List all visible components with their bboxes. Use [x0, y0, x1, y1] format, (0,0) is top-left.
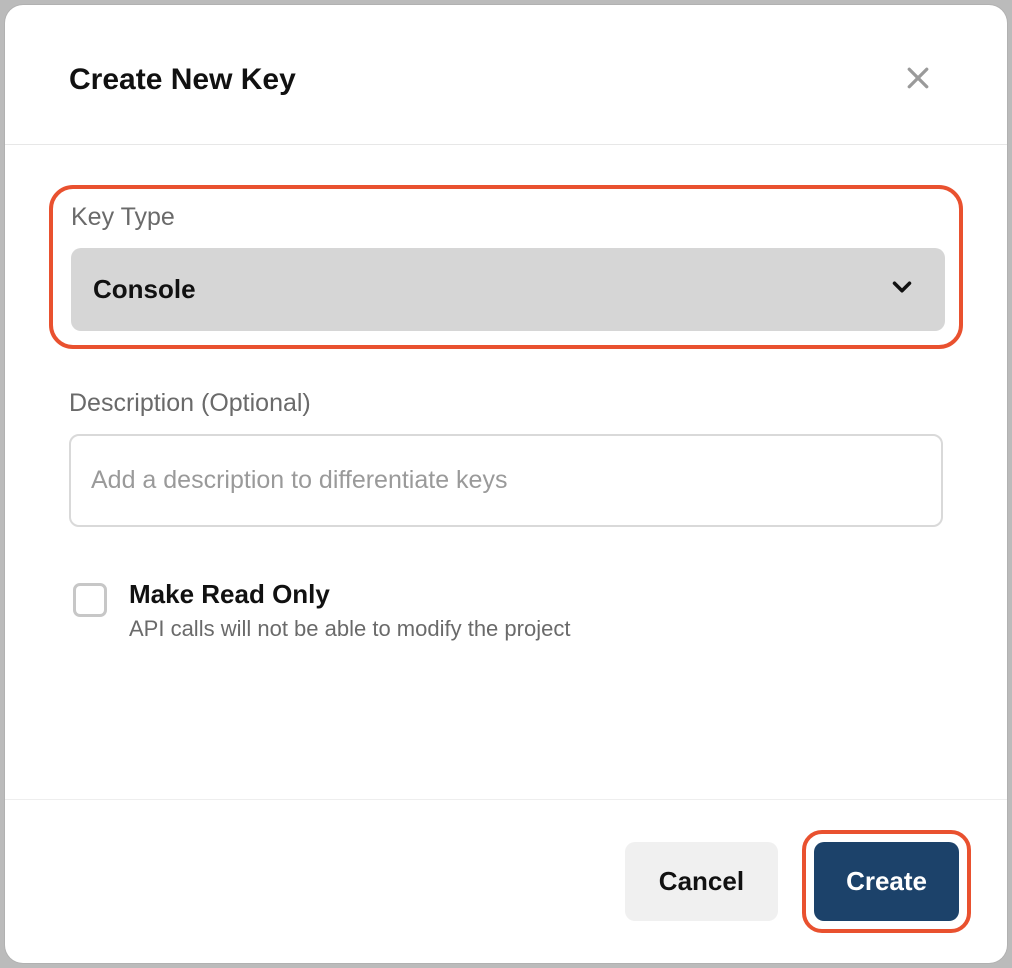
create-key-modal: Create New Key Key Type Console: [5, 5, 1007, 963]
read-only-text: Make Read Only API calls will not be abl…: [129, 579, 570, 642]
create-button-highlight: Create: [802, 830, 971, 933]
read-only-label: Make Read Only: [129, 579, 570, 610]
chevron-down-icon: [887, 272, 917, 307]
description-field: Description (Optional): [49, 389, 963, 527]
read-only-hint: API calls will not be able to modify the…: [129, 616, 570, 642]
read-only-row: Make Read Only API calls will not be abl…: [49, 579, 963, 642]
create-button[interactable]: Create: [814, 842, 959, 921]
description-input[interactable]: [69, 434, 943, 527]
description-label: Description (Optional): [69, 389, 943, 418]
key-type-highlight: Key Type Console: [49, 185, 963, 349]
key-type-value: Console: [93, 274, 196, 305]
key-type-select[interactable]: Console: [71, 248, 945, 331]
modal-body: Key Type Console Description (Optional) …: [5, 145, 1007, 799]
modal-title: Create New Key: [69, 63, 296, 97]
close-button[interactable]: [897, 57, 939, 102]
key-type-label: Key Type: [71, 203, 945, 232]
modal-footer: Cancel Create: [5, 799, 1007, 963]
cancel-button[interactable]: Cancel: [625, 842, 778, 921]
close-icon: [903, 63, 933, 96]
read-only-checkbox[interactable]: [73, 583, 107, 617]
modal-header: Create New Key: [5, 5, 1007, 145]
